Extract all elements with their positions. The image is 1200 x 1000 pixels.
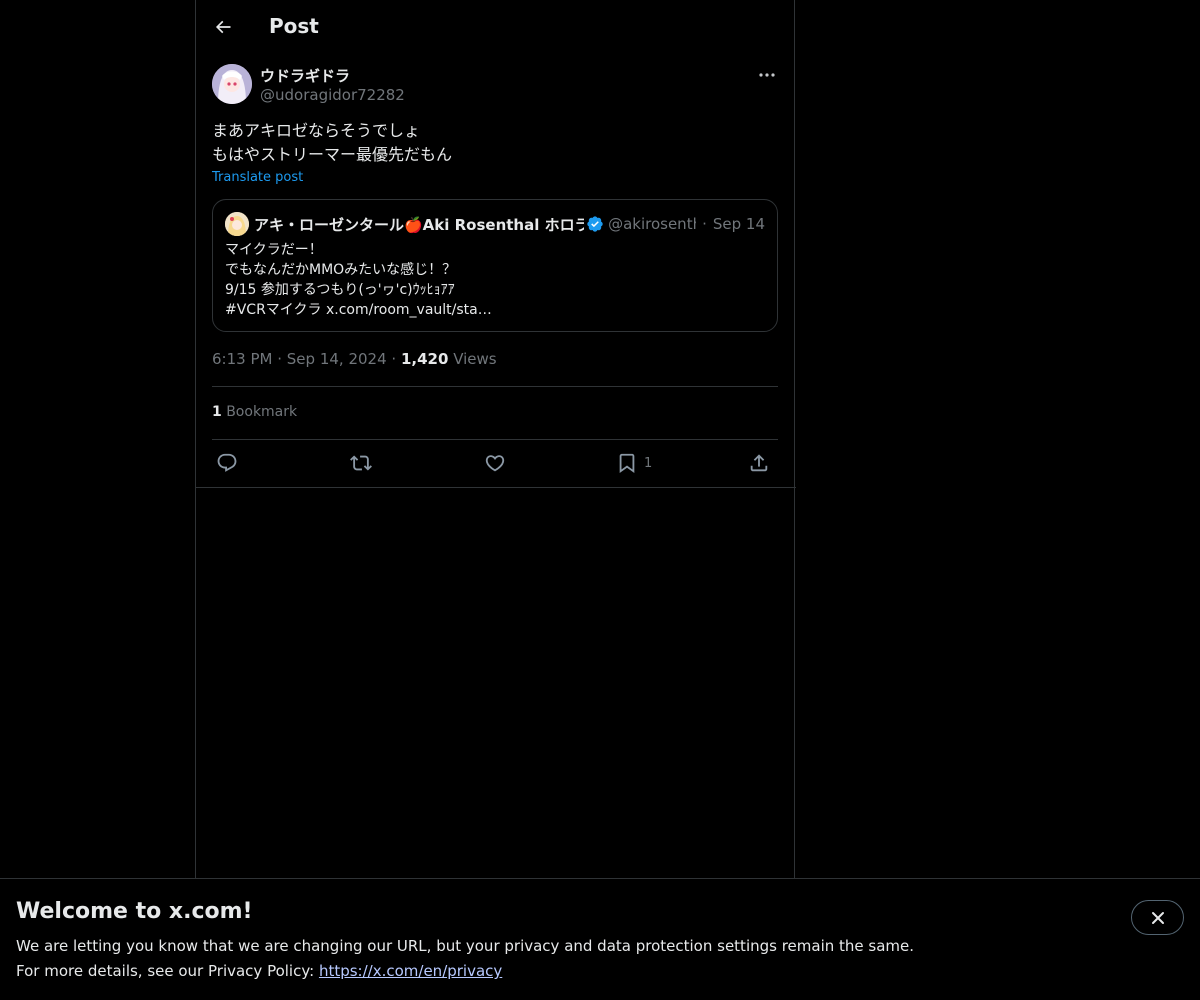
separator-dot: · xyxy=(702,215,707,233)
quoted-author-avatar xyxy=(225,212,249,236)
privacy-policy-link[interactable]: https://x.com/en/privacy xyxy=(319,962,502,980)
top-bar: Post xyxy=(196,0,796,54)
quoted-header: アキ・ローゼンタール🍎Aki Rosenthal ホロライブ @akirosen… xyxy=(254,214,765,234)
bookmark-icon xyxy=(619,453,635,474)
divider xyxy=(212,439,778,440)
post-text: まあアキロゼならそうでしょ もはやストリーマー最優先だもん xyxy=(212,119,778,167)
action-bar: 1 xyxy=(212,448,778,478)
repost-button[interactable] xyxy=(350,452,372,474)
divider xyxy=(212,386,778,387)
author-name[interactable]: ウドラギドラ xyxy=(260,65,350,86)
bookmark-button[interactable]: 1 xyxy=(616,452,652,474)
quoted-text-line: マイクラだー！ xyxy=(225,242,323,258)
repost-icon xyxy=(350,455,372,471)
back-button[interactable] xyxy=(206,10,240,44)
close-banner-button[interactable] xyxy=(1131,900,1184,935)
separator-dot: · xyxy=(391,350,401,368)
quoted-text: マイクラだー！ でもなんだかMMOみたいな感じ！？ 9/15 参加するつもり(っ… xyxy=(225,240,492,320)
bookmark-count: 1 xyxy=(644,455,653,471)
banner-title: Welcome to x.com! xyxy=(16,899,253,924)
bookmark-stats[interactable]: 1 Bookmark xyxy=(212,404,297,420)
bookmark-stat-label: Bookmark xyxy=(226,404,298,420)
banner-privacy-prefix: For more details, see our Privacy Policy… xyxy=(16,962,319,980)
views-count: 1,420 xyxy=(400,350,449,368)
arrow-left-icon xyxy=(215,20,231,34)
reply-icon xyxy=(217,453,237,472)
quoted-text-line: でもなんだかMMOみたいな感じ！？ xyxy=(225,262,457,278)
quoted-text-line: #VCRマイクラ x.com/room_vault/sta… xyxy=(225,302,492,318)
more-options-button[interactable] xyxy=(756,66,778,84)
like-button[interactable] xyxy=(484,452,506,474)
post-date[interactable]: Sep 14, 2024 xyxy=(287,350,387,368)
post-time[interactable]: 6:13 PM xyxy=(212,350,272,368)
welcome-banner: Welcome to x.com! We are letting you kno… xyxy=(0,878,1200,1000)
quoted-post[interactable]: アキ・ローゼンタール🍎Aki Rosenthal ホロライブ @akirosen… xyxy=(212,199,778,332)
page-title: Post xyxy=(269,14,319,38)
bookmark-stat-count: 1 xyxy=(212,404,222,420)
post-text-line: もはやストリーマー最優先だもん xyxy=(212,145,453,164)
share-button[interactable] xyxy=(748,452,770,474)
reply-button[interactable] xyxy=(216,452,238,474)
like-icon xyxy=(485,455,505,472)
post-bottom-border xyxy=(196,487,796,488)
quoted-avatar-image xyxy=(225,212,249,236)
views-label: Views xyxy=(453,350,497,368)
banner-privacy-line: For more details, see our Privacy Policy… xyxy=(16,962,502,980)
post-column: Post ウドラギドラ @udoragidor72282 まあアキロゼならそうで… xyxy=(195,0,796,878)
quoted-text-line: 9/15 参加するつもり(っ'ヮ'c)ｳｯﾋｮｱｱ xyxy=(225,282,455,298)
quoted-author-name: アキ・ローゼンタール🍎Aki Rosenthal ホロライブ xyxy=(254,215,585,234)
share-icon xyxy=(750,454,768,472)
quoted-date: Sep 14 xyxy=(712,215,765,233)
separator-dot: · xyxy=(277,350,287,368)
banner-message: We are letting you know that we are chan… xyxy=(16,937,915,955)
quoted-author-handle: @akirosenthal xyxy=(608,215,696,233)
close-icon xyxy=(1151,911,1164,924)
avatar-image xyxy=(212,64,252,104)
more-icon xyxy=(759,73,775,77)
verified-badge-icon xyxy=(587,216,603,232)
post-meta: 6:13 PM · Sep 14, 2024 · 1,420 Views xyxy=(212,350,497,368)
translate-post-link[interactable]: Translate post xyxy=(212,170,303,185)
post-text-line: まあアキロゼならそうでしょ xyxy=(212,121,421,140)
author-handle[interactable]: @udoragidor72282 xyxy=(260,86,405,104)
author-avatar[interactable] xyxy=(212,64,252,104)
